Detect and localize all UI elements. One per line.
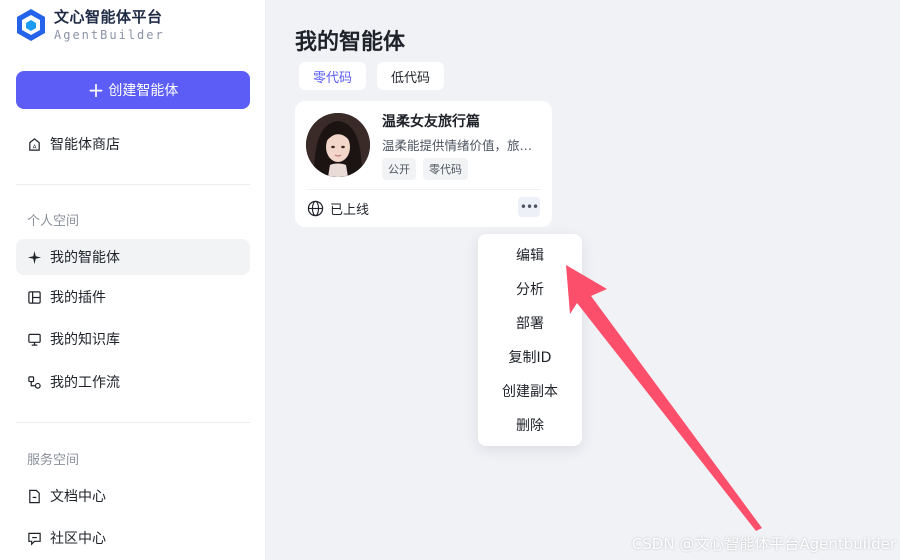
menu-item-duplicate[interactable]: 创建副本 [478, 374, 582, 408]
card-divider [306, 189, 541, 190]
sidebar-item-community[interactable]: 社区中心 [16, 520, 250, 556]
menu-item-analyze[interactable]: 分析 [478, 272, 582, 306]
logo-subtitle: AgentBuilder [54, 27, 165, 42]
monitor-icon [26, 331, 42, 347]
tag-zero-code: 零代码 [423, 158, 468, 180]
more-button[interactable]: ••• [518, 197, 540, 217]
logo-icon [17, 9, 45, 41]
agent-status-label: 已上线 [330, 203, 370, 218]
sidebar-item-my-agents[interactable]: 我的智能体 [16, 239, 250, 275]
document-icon [26, 488, 42, 504]
sidebar-item-label: 我的插件 [50, 290, 106, 306]
sidebar-item-label: 我的工作流 [50, 375, 120, 391]
tag-public: 公开 [382, 158, 416, 180]
create-agent-button[interactable]: + 创建智能体 [16, 71, 250, 109]
globe-icon [307, 200, 324, 217]
plus-icon: + [87, 78, 105, 102]
card-actions-menu: 编辑 分析 部署 复制ID 创建副本 删除 [478, 234, 582, 446]
plugin-icon [26, 289, 42, 305]
menu-item-deploy[interactable]: 部署 [478, 306, 582, 340]
sidebar-item-label: 智能体商店 [50, 137, 120, 153]
tab-zero-code[interactable]: 零代码 [299, 62, 367, 90]
menu-item-copy-id[interactable]: 复制ID [478, 340, 582, 374]
watermark: CSDN @文心智能体平台Agentbuilder [631, 535, 896, 553]
page-title: 我的智能体 [295, 30, 406, 55]
sidebar-item-my-workflow[interactable]: 我的工作流 [16, 364, 250, 400]
logo[interactable]: 文心智能体平台 AgentBuilder [16, 8, 165, 42]
sidebar-item-label: 社区中心 [50, 531, 106, 547]
workflow-icon [26, 374, 42, 390]
agent-name: 温柔女友旅行篇 [382, 114, 480, 130]
sidebar: 文心智能体平台 AgentBuilder + 创建智能体 A 智能体商店 个人空… [0, 0, 266, 560]
menu-item-delete[interactable]: 删除 [478, 408, 582, 442]
divider [16, 184, 250, 185]
store-icon: A [26, 136, 42, 152]
more-icon: ••• [519, 200, 539, 214]
divider [16, 422, 250, 423]
sidebar-item-label: 文档中心 [50, 489, 106, 505]
sidebar-item-label: 我的知识库 [50, 332, 120, 348]
agent-description: 温柔能提供情绪价值，旅行陪伴… [382, 138, 542, 153]
sidebar-item-doc-center[interactable]: 文档中心 [16, 478, 250, 514]
section-label-personal: 个人空间 [27, 214, 80, 229]
agent-avatar [306, 113, 370, 177]
sidebar-item-agent-store[interactable]: A 智能体商店 [16, 126, 250, 162]
agent-card[interactable]: 温柔女友旅行篇 温柔能提供情绪价值，旅行陪伴… 公开 零代码 已上线 ••• [295, 101, 552, 227]
create-agent-label: 创建智能体 [108, 83, 179, 99]
logo-title: 文心智能体平台 [54, 7, 163, 26]
sidebar-item-label: 我的智能体 [50, 250, 120, 266]
menu-item-edit[interactable]: 编辑 [478, 238, 582, 272]
chat-icon [26, 530, 42, 546]
tab-low-code[interactable]: 低代码 [377, 62, 445, 90]
svg-text:A: A [32, 144, 36, 150]
section-label-service: 服务空间 [27, 453, 80, 468]
sparkle-icon [26, 249, 42, 265]
sidebar-item-my-plugins[interactable]: 我的插件 [16, 279, 250, 315]
sidebar-item-my-knowledge[interactable]: 我的知识库 [16, 321, 250, 357]
agent-status: 已上线 [307, 199, 369, 218]
